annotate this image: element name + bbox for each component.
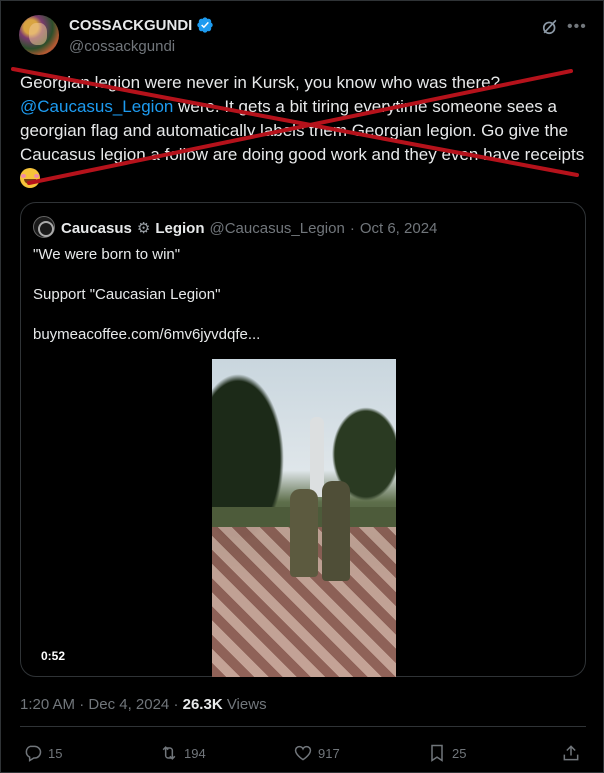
grok-icon[interactable] <box>540 17 560 37</box>
more-icon[interactable]: ••• <box>567 19 587 35</box>
video-frame-figure <box>322 481 350 581</box>
tweet-container: COSSACKGUNDI @cossackgundi ••• Georgian … <box>0 0 604 773</box>
quoted-handle[interactable]: @Caucasus_Legion <box>210 220 345 237</box>
reply-icon <box>25 745 42 762</box>
quoted-tweet-card[interactable]: Caucasus ⚙ Legion @Caucasus_Legion · Oct… <box>20 202 586 677</box>
gear-emoji-icon: ⚙ <box>136 220 151 237</box>
tweet-text: Georgian legion were never in Kursk, you… <box>20 71 590 191</box>
like-button[interactable]: 917 <box>293 743 340 763</box>
video-player[interactable] <box>212 359 396 677</box>
views-label: Views <box>226 696 267 713</box>
reply-button[interactable]: 15 <box>23 743 62 763</box>
repost-icon <box>162 746 176 760</box>
like-count: 917 <box>318 745 340 761</box>
share-button[interactable] <box>561 743 581 763</box>
meta-separator: · <box>79 696 85 713</box>
tweet-meta: 1:20 AM · Dec 4, 2024 · 26.3K Views <box>20 696 267 713</box>
quoted-tweet-header: Caucasus ⚙ Legion @Caucasus_Legion · Oct… <box>61 219 438 238</box>
repost-button[interactable]: 194 <box>159 743 206 763</box>
quoted-link[interactable]: buymeacoffee.com/6mv6jyvdqfe... <box>33 326 260 343</box>
quoted-display-name-1[interactable]: Caucasus <box>61 220 132 237</box>
tweet-text-part-1: Georgian legion were never in Kursk, you… <box>20 73 501 92</box>
quoted-text-line-2: Support "Caucasian Legion" <box>33 286 221 303</box>
author-name-row: COSSACKGUNDI <box>69 16 214 34</box>
bookmark-count: 25 <box>452 745 467 761</box>
quoted-author-avatar[interactable] <box>33 216 55 238</box>
like-icon <box>294 745 312 761</box>
author-avatar[interactable] <box>19 15 59 55</box>
grinning-emoji-icon <box>20 168 40 188</box>
author-display-name[interactable]: COSSACKGUNDI <box>69 17 192 34</box>
bookmark-icon <box>431 744 443 762</box>
meta-separator: · <box>173 696 179 713</box>
video-duration: 0:52 <box>41 649 66 663</box>
video-frame-tower <box>310 417 324 497</box>
bookmark-button[interactable]: 25 <box>427 743 466 763</box>
divider <box>20 726 586 727</box>
repost-count: 194 <box>184 745 206 761</box>
tweet-date[interactable]: Dec 4, 2024 <box>88 696 169 713</box>
author-handle[interactable]: @cossackgundi <box>69 38 175 55</box>
share-icon <box>563 745 579 761</box>
verified-badge-icon <box>197 17 214 33</box>
quoted-date[interactable]: Oct 6, 2024 <box>360 220 438 237</box>
quoted-display-name-2[interactable]: Legion <box>155 220 204 237</box>
mention-link[interactable]: @Caucasus_Legion <box>20 97 173 116</box>
tweet-time[interactable]: 1:20 AM <box>20 696 75 713</box>
reply-count: 15 <box>48 745 63 761</box>
quoted-separator: · <box>349 219 355 237</box>
views-count: 26.3K <box>182 696 223 713</box>
quoted-text-line-1: "We were born to win" <box>33 246 181 263</box>
video-frame-figure <box>290 489 318 577</box>
